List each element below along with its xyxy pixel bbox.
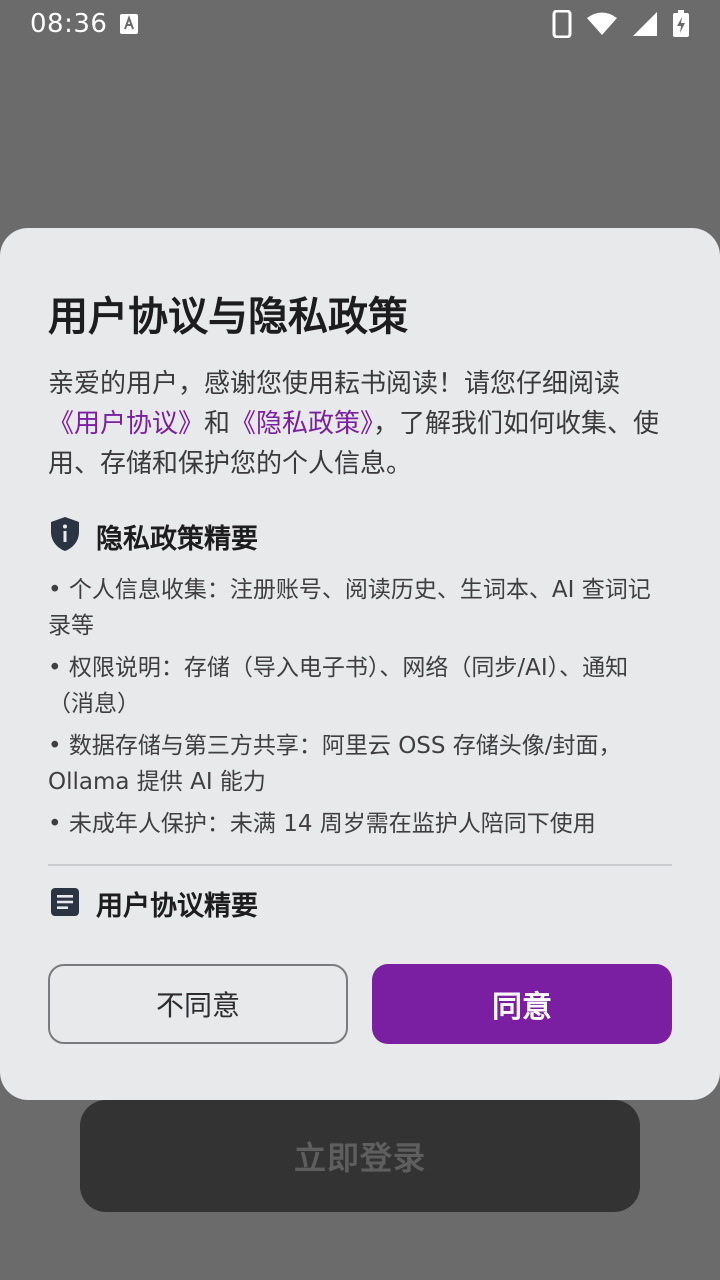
agreement-dialog: 用户协议与隐私政策 亲爱的用户，感谢您使用耘书阅读！请您仔细阅读《用户协议》和《… bbox=[0, 228, 720, 1100]
list-item: • 数据存储与第三方共享：阿里云 OSS 存储头像/封面，Ollama 提供 A… bbox=[48, 733, 622, 795]
terms-summary-header[interactable]: 用户协议精要 bbox=[48, 884, 258, 923]
agree-button[interactable]: 同意 bbox=[372, 964, 672, 1044]
dialog-intro: 亲爱的用户，感谢您使用耘书阅读！请您仔细阅读《用户协议》和《隐私政策》，了解我们… bbox=[48, 364, 672, 484]
intro-text-1: 亲爱的用户，感谢您使用耘书阅读！请您仔细阅读 bbox=[48, 369, 621, 399]
battery-charging-icon bbox=[672, 10, 690, 38]
notification-a-icon bbox=[119, 13, 139, 35]
signal-icon bbox=[632, 11, 658, 37]
status-right bbox=[552, 10, 690, 38]
user-agreement-link[interactable]: 《用户协议》 bbox=[48, 409, 204, 439]
login-button: 立即登录 bbox=[80, 1100, 640, 1212]
phone-icon bbox=[552, 10, 572, 38]
privacy-bullets: • 个人信息收集：注册账号、阅读历史、生词本、AI 查词记录等 • 权限说明：存… bbox=[48, 572, 672, 848]
privacy-summary-header: 隐私政策精要 bbox=[48, 516, 258, 556]
list-item: • 权限说明：存储（导入电子书）、网络（同步/AI）、通知（消息） bbox=[48, 655, 629, 717]
divider bbox=[48, 864, 672, 866]
list-item: • 个人信息收集：注册账号、阅读历史、生词本、AI 查词记录等 bbox=[48, 577, 651, 639]
status-time: 08:36 bbox=[30, 9, 108, 39]
status-left: 08:36 bbox=[30, 9, 139, 39]
dialog-title: 用户协议与隐私政策 bbox=[48, 294, 408, 340]
shield-info-icon bbox=[48, 516, 82, 556]
privacy-summary-title: 隐私政策精要 bbox=[96, 523, 258, 555]
wifi-icon bbox=[586, 12, 618, 36]
privacy-policy-link[interactable]: 《隐私政策》 bbox=[230, 409, 373, 439]
document-icon bbox=[48, 885, 82, 923]
status-bar: 08:36 bbox=[0, 0, 720, 48]
list-item: • 未成年人保护：未满 14 周岁需在监护人陪同下使用 bbox=[48, 811, 596, 837]
disagree-button[interactable]: 不同意 bbox=[48, 964, 348, 1044]
terms-summary-title: 用户协议精要 bbox=[96, 891, 258, 922]
intro-and: 和 bbox=[204, 409, 231, 439]
